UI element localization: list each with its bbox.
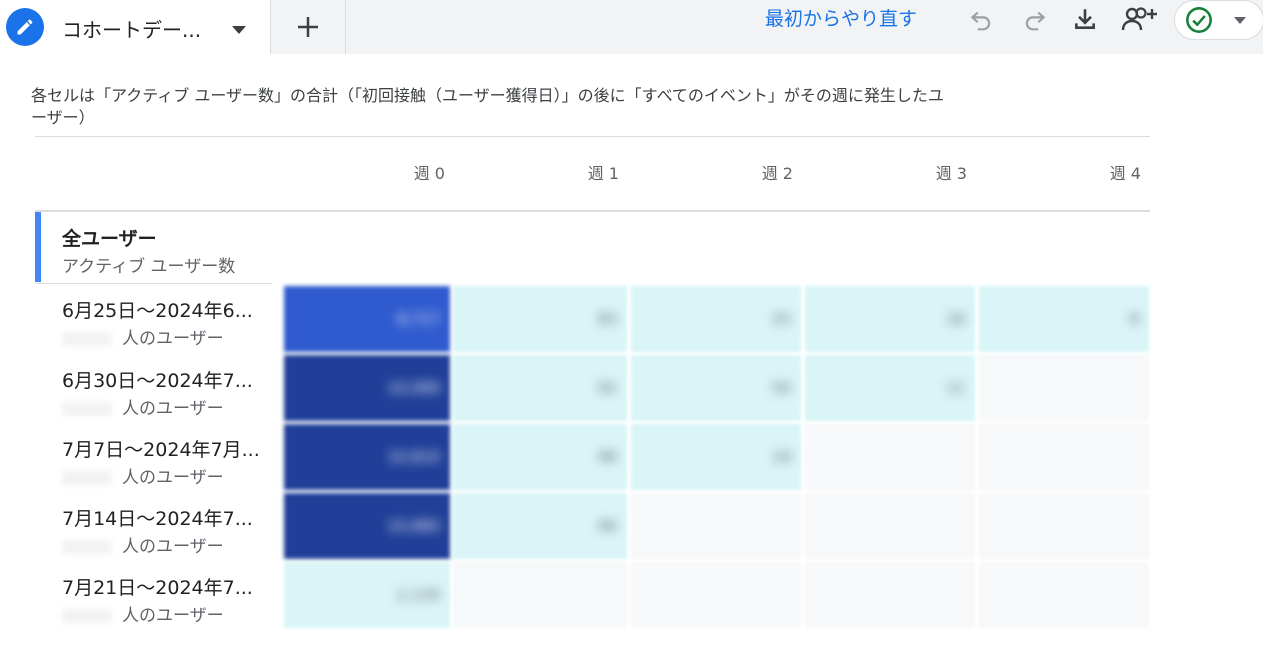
total-row-accent bbox=[35, 212, 41, 282]
cohort-cell[interactable]: 18 bbox=[805, 286, 975, 352]
redo-icon[interactable] bbox=[1020, 5, 1050, 33]
cohort-cell[interactable] bbox=[805, 493, 975, 559]
cohort-row-label: 7月14日～2024年7... bbox=[62, 508, 253, 530]
share-user-icon[interactable] bbox=[1120, 5, 1160, 33]
cohort-row-users: 人のユーザー bbox=[62, 601, 224, 626]
cohort-row-users: 人のユーザー bbox=[62, 394, 224, 419]
cohort-cell[interactable] bbox=[805, 424, 975, 490]
cohort-cell[interactable]: 8 bbox=[979, 286, 1149, 352]
column-header-week-1[interactable]: 週 1 bbox=[469, 160, 619, 184]
add-tab-button[interactable] bbox=[271, 0, 346, 54]
download-icon[interactable] bbox=[1070, 5, 1100, 33]
cohort-cell[interactable]: 83 bbox=[453, 286, 627, 352]
divider bbox=[35, 136, 1150, 137]
cohort-cell[interactable] bbox=[979, 493, 1149, 559]
divider bbox=[35, 283, 272, 284]
restart-button[interactable]: 最初からやり直す bbox=[765, 4, 917, 31]
cohort-cell[interactable]: 2,130 bbox=[284, 562, 450, 628]
cohort-cell[interactable] bbox=[979, 562, 1149, 628]
column-header-week-2[interactable]: 週 2 bbox=[643, 160, 793, 184]
cohort-cell[interactable]: 10,880 bbox=[284, 493, 450, 559]
cohort-cell[interactable] bbox=[979, 355, 1149, 421]
total-row-metric: アクティブ ユーザー数 bbox=[62, 257, 236, 277]
status-dropdown[interactable] bbox=[1174, 0, 1263, 40]
cohort-cell[interactable]: 98 bbox=[453, 424, 627, 490]
cohort-row-users: 人のユーザー bbox=[62, 324, 224, 349]
column-header-week-4[interactable]: 週 4 bbox=[991, 160, 1141, 184]
cohort-cell[interactable]: 96 bbox=[453, 493, 627, 559]
cohort-cell[interactable] bbox=[631, 493, 801, 559]
check-circle-icon bbox=[1186, 7, 1212, 33]
column-header-week-0[interactable]: 週 0 bbox=[295, 160, 445, 184]
caret-down-icon[interactable] bbox=[231, 20, 247, 39]
cohort-cell[interactable] bbox=[453, 562, 627, 628]
total-row-title: 全ユーザー bbox=[62, 228, 157, 250]
cohort-cell[interactable] bbox=[979, 424, 1149, 490]
tab-label: コホートデー... bbox=[62, 18, 202, 42]
cohort-cell[interactable]: 10,089 bbox=[284, 355, 450, 421]
column-header-week-3[interactable]: 週 3 bbox=[817, 160, 967, 184]
cohort-cell[interactable]: 50 bbox=[631, 355, 801, 421]
cohort-cell[interactable]: 92 bbox=[453, 355, 627, 421]
cohort-row-label: 7月7日～2024年7月... bbox=[62, 439, 260, 461]
cohort-cell[interactable]: 10,810 bbox=[284, 424, 450, 490]
table-description: 各セルは「アクティブ ユーザー数」の合計（「初回接触（ユーザー獲得日）」の後に「… bbox=[31, 86, 944, 127]
cohort-row-users: 人のユーザー bbox=[62, 532, 224, 557]
cohort-cell[interactable] bbox=[631, 562, 801, 628]
cohort-row-label: 7月21日～2024年7... bbox=[62, 577, 253, 599]
plus-icon bbox=[298, 17, 318, 37]
pencil-icon[interactable] bbox=[6, 8, 44, 46]
cohort-cell[interactable]: 19 bbox=[631, 424, 801, 490]
header-divider bbox=[35, 210, 1150, 212]
cohort-cell[interactable] bbox=[805, 562, 975, 628]
cohort-cell[interactable]: 25 bbox=[631, 286, 801, 352]
caret-down-icon bbox=[1234, 17, 1246, 24]
cohort-row-label: 6月25日～2024年6... bbox=[62, 300, 253, 322]
cohort-cell[interactable]: 8,717 bbox=[284, 286, 450, 352]
cohort-row-users: 人のユーザー bbox=[62, 463, 224, 488]
cohort-row-label: 6月30日～2024年7... bbox=[62, 370, 253, 392]
cohort-cell[interactable]: 11 bbox=[805, 355, 975, 421]
undo-icon[interactable] bbox=[966, 5, 996, 33]
tab-cohort-exploration[interactable]: コホートデー... bbox=[0, 0, 271, 54]
